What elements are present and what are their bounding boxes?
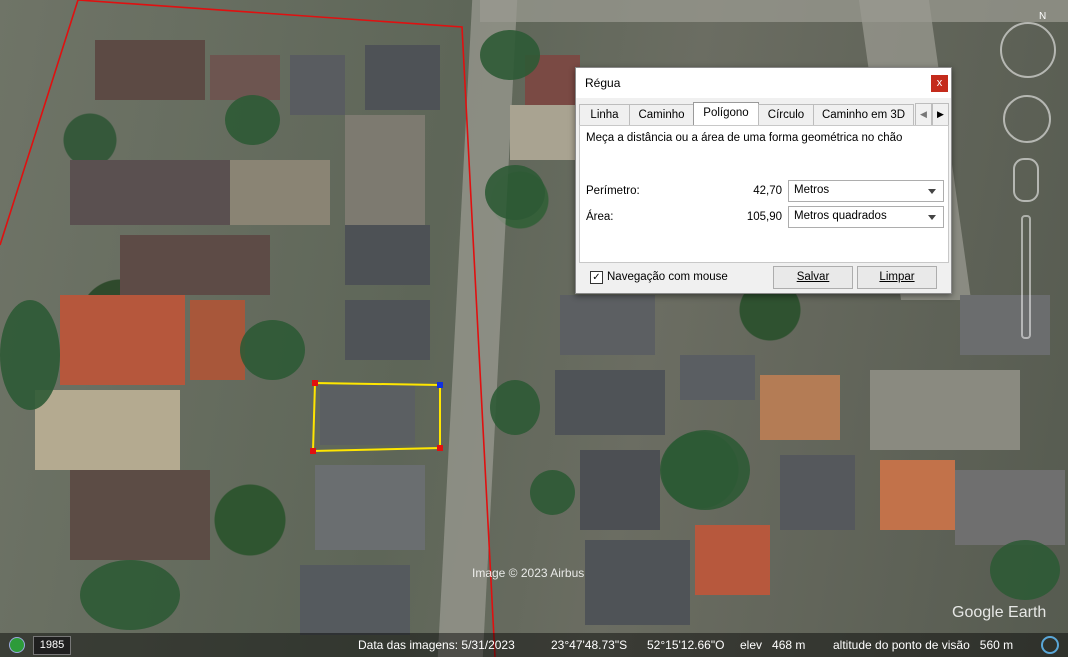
- chevron-down-icon: [928, 189, 936, 194]
- tab-circulo[interactable]: Círculo: [758, 104, 814, 125]
- area-unit-select[interactable]: Metros quadrados: [788, 206, 944, 228]
- tab-caminho[interactable]: Caminho: [629, 104, 694, 125]
- tab-caminho-3d[interactable]: Caminho em 3D: [813, 104, 914, 125]
- save-button[interactable]: Salvar: [773, 266, 853, 289]
- status-bar: 1985 Data das imagens: 5/31/2023 23°47'4…: [0, 633, 1068, 657]
- latitude: 23°47'48.73"S: [551, 638, 628, 652]
- tab-poligono[interactable]: Polígono: [693, 102, 759, 125]
- historical-imagery-year[interactable]: 1985: [33, 636, 71, 655]
- perimeter-unit-select[interactable]: Metros: [788, 180, 944, 202]
- globe-icon[interactable]: [9, 637, 25, 653]
- tab-linha[interactable]: Linha: [579, 104, 630, 125]
- mouse-nav-checkbox[interactable]: ✓: [590, 271, 603, 284]
- dialog-titlebar[interactable]: Régua x: [576, 68, 951, 98]
- ruler-dialog: Régua x Linha Caminho Polígono Círculo C…: [575, 67, 952, 294]
- zoom-slider-icon[interactable]: [1021, 215, 1031, 339]
- chevron-down-icon: [928, 215, 936, 220]
- longitude: 52°15'12.66"O: [647, 638, 725, 652]
- elevation: elev 468 m: [740, 638, 806, 652]
- perimeter-unit-value: Metros: [794, 184, 830, 196]
- mouse-nav-label[interactable]: Navegação com mouse: [607, 271, 728, 283]
- area-value: 105,90: [746, 211, 782, 223]
- area-boundary-line: [0, 0, 496, 657]
- close-button[interactable]: x: [931, 75, 948, 92]
- clear-button[interactable]: Limpar: [857, 266, 937, 289]
- description-text: Meça a distância ou a área de uma forma …: [586, 132, 903, 144]
- streaming-indicator-icon: [1041, 636, 1059, 654]
- polygon-vertex[interactable]: [312, 380, 318, 386]
- area-label: Área:: [586, 211, 614, 223]
- north-indicator: N: [1039, 11, 1047, 22]
- polygon-vertex[interactable]: [437, 445, 443, 451]
- chevron-right-icon[interactable]: ▶: [932, 103, 949, 126]
- tab-panel: Meça a distância ou a área de uma forma …: [579, 125, 949, 263]
- look-joystick-icon[interactable]: [1003, 95, 1051, 143]
- area-unit-value: Metros quadrados: [794, 210, 887, 222]
- dialog-title: Régua: [585, 76, 621, 90]
- imagery-credit: Image © 2023 Airbus: [472, 566, 585, 580]
- polygon-vertex[interactable]: [310, 448, 316, 454]
- google-earth-logo: Google Earth: [952, 604, 1047, 621]
- perimeter-label: Perímetro:: [586, 185, 640, 197]
- polygon-vertex-active[interactable]: [437, 382, 443, 388]
- imagery-date: Data das imagens: 5/31/2023: [358, 638, 515, 652]
- chevron-left-icon[interactable]: ◀: [915, 103, 932, 126]
- compass-icon[interactable]: [1000, 22, 1056, 78]
- eye-altitude: altitude do ponto de visão 560 m: [833, 638, 1014, 652]
- measured-polygon: [311, 381, 441, 453]
- pegman-icon[interactable]: [1013, 158, 1039, 202]
- perimeter-value: 42,70: [753, 185, 782, 197]
